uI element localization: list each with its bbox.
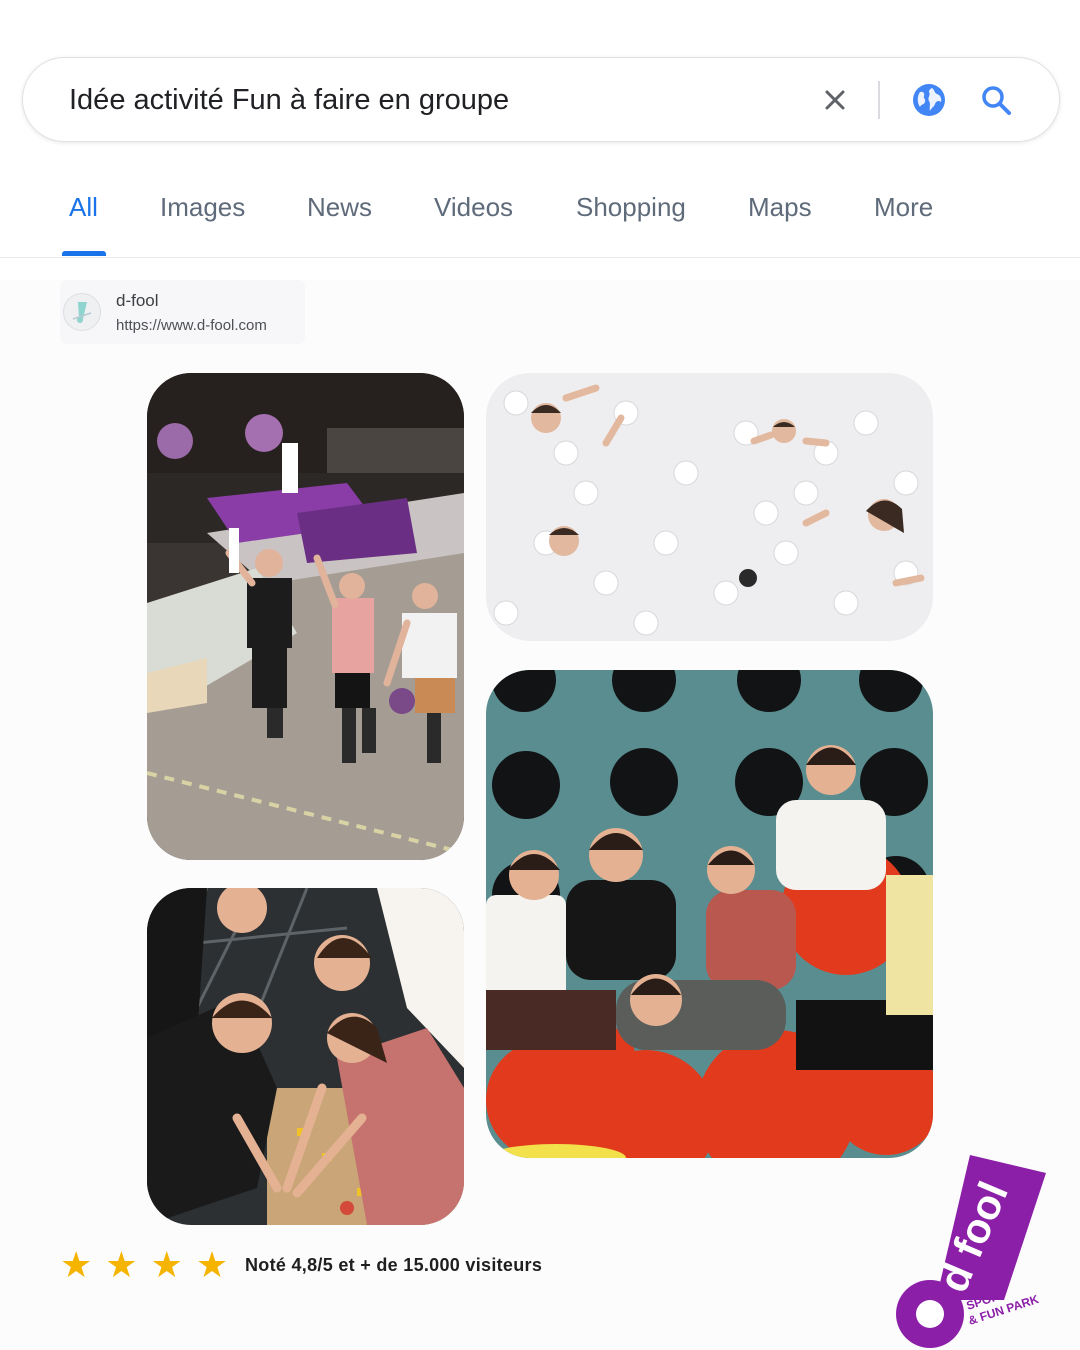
site-url: https://www.d-fool.com xyxy=(116,317,267,334)
search-icon[interactable] xyxy=(974,78,1018,122)
tab-maps[interactable]: Maps xyxy=(748,192,812,223)
tab-more[interactable]: More xyxy=(874,192,933,223)
star-icon: ★ xyxy=(195,1245,229,1286)
tab-shopping[interactable]: Shopping xyxy=(576,192,686,223)
tab-news[interactable]: News xyxy=(307,192,372,223)
site-favicon-icon xyxy=(63,293,101,331)
tab-images[interactable]: Images xyxy=(160,192,245,223)
search-bar xyxy=(22,57,1060,142)
result-site-link[interactable]: d-fool https://www.d-fool.com xyxy=(60,280,305,344)
tab-all[interactable]: All xyxy=(69,192,98,223)
star-icon: ★ xyxy=(60,1245,93,1286)
photo-gym-ball-group[interactable] xyxy=(486,670,933,1158)
photo-ball-pit[interactable] xyxy=(486,373,933,641)
search-input[interactable] xyxy=(69,80,769,120)
site-name: d-fool xyxy=(116,291,159,310)
star-icon: ★ xyxy=(150,1245,183,1286)
photo-dodgeball-group[interactable] xyxy=(147,373,464,860)
tab-videos[interactable]: Videos xyxy=(434,192,513,223)
close-icon[interactable] xyxy=(813,78,857,122)
photo-group-huddle[interactable] xyxy=(147,888,464,1225)
search-tabs: All Images News Videos Shopping Maps Mor… xyxy=(0,180,1080,258)
d-fool-logo: d fool SPORT & FUN PARK xyxy=(884,1150,1064,1350)
rating-stars: ★ ★ ★ ★ xyxy=(60,1246,228,1286)
active-tab-indicator xyxy=(62,251,106,256)
search-divider xyxy=(878,81,880,119)
globe-icon[interactable] xyxy=(907,78,951,122)
rating-text: Noté 4,8/5 et + de 15.000 visiteurs xyxy=(245,1255,543,1275)
star-icon: ★ xyxy=(105,1245,138,1286)
